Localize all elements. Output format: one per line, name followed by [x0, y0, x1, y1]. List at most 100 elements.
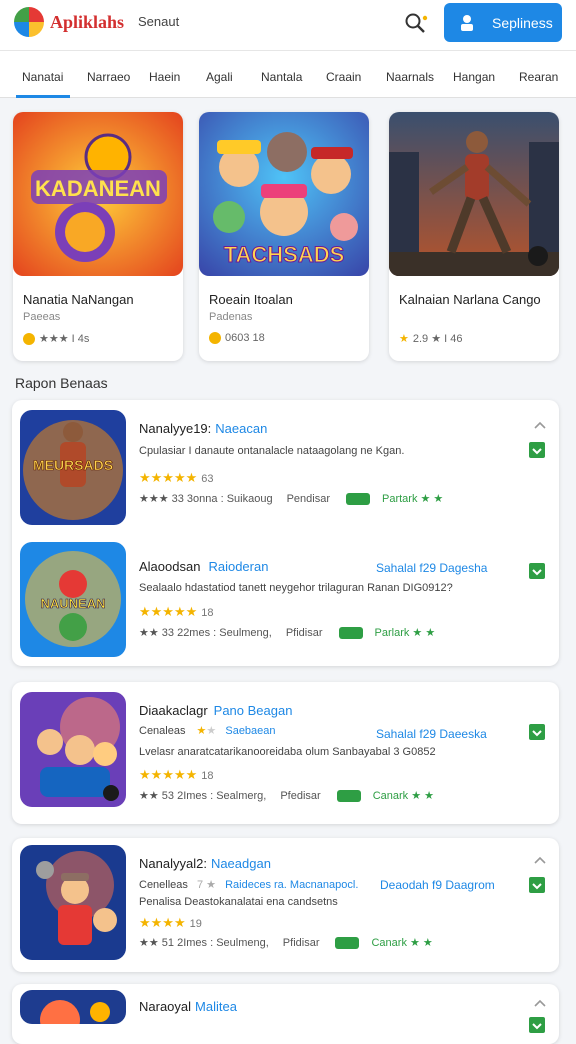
row-title[interactable]: Diaakaclagr Pano Beagan [139, 703, 292, 718]
row-title-text: Nanalyyal2: [139, 856, 207, 871]
search-icon[interactable] [404, 12, 428, 36]
stars-text: ★★★★★ [139, 767, 198, 782]
row-description: Lvelasr anaratcatarikanooreidaba olum Sa… [139, 746, 436, 758]
row-meta: ★★ 53 2Imes : Sealmerg, Pfedisar Canark … [139, 789, 434, 802]
meta-info: ★★ 33 22mes : Seulmeng, [139, 627, 272, 639]
row-title[interactable]: Naraoyal Malitea [139, 999, 237, 1014]
tab-3[interactable]: Agali [206, 70, 233, 84]
game-art-image: TACHSADS [199, 112, 369, 276]
subline-accent: Raideces ra. Macnanapocl. [225, 879, 359, 891]
stars-text: ★★★★ [139, 915, 186, 930]
row-subline: Cenaleas ★★ Saebaean [139, 724, 276, 737]
game-thumbnail[interactable] [20, 845, 126, 960]
chevron-up-icon[interactable] [534, 421, 546, 429]
featured-subtitle: Paeeas [23, 311, 61, 323]
toggle-icon[interactable] [345, 492, 370, 505]
row-stars: ★★★★★ 18 [139, 767, 214, 783]
game-thumbnail[interactable] [20, 692, 126, 807]
row-title-accent: Malitea [195, 999, 237, 1014]
logo-icon[interactable] [14, 7, 44, 37]
download-icon[interactable] [529, 563, 545, 579]
stars-count: 63 [201, 473, 214, 485]
subline-accent: Saebaean [225, 725, 276, 737]
row-title-accent: Naeacan [215, 421, 268, 436]
game-thumbnail[interactable] [20, 990, 126, 1024]
row-title-text: Diaakaclagr [139, 703, 208, 718]
featured-rating-text: 0603 18 [225, 332, 265, 344]
meta-platform: Pfidisar [285, 626, 323, 639]
row-description: Penalisa Deastokanalatai ena candsetns [139, 896, 338, 908]
primary-action-button[interactable]: Sepliness [444, 3, 562, 42]
section-title: Rapon Benaas [15, 375, 108, 391]
featured-rating: 0603 18 [209, 332, 265, 344]
featured-card-1[interactable]: TACHSADS Roeain Itoalan Padenas 0603 18 [199, 112, 369, 361]
tab-6[interactable]: Naarnals [386, 70, 434, 84]
download-icon[interactable] [529, 724, 545, 740]
meta-info: ★★★ 33 3onna : Suikaoug [139, 493, 273, 505]
art-label: NAUNEAN [41, 596, 106, 611]
featured-rating: ★ 2.9 ★ I 46 [399, 332, 463, 345]
meta-platform: Pfidisar [282, 936, 320, 949]
search-label[interactable]: Senaut [138, 14, 179, 29]
row-title-accent: Pano Beagan [213, 703, 293, 718]
chevron-up-icon[interactable] [534, 856, 546, 864]
featured-card-2[interactable]: Kalnaian Narlana Cango ★ 2.9 ★ I 46 [389, 112, 559, 361]
featured-rating: ★★★ I 4s [23, 332, 89, 345]
stars-count: 18 [201, 607, 214, 619]
row-title[interactable]: Nanalyye19: Naeacan [139, 421, 267, 436]
featured-rating-text: ★★★ I 4s [39, 333, 90, 345]
stars-text: ★★★★★ [139, 604, 198, 619]
subline-stars: ★ [196, 725, 207, 737]
meta-status: Canark ★ ★ [371, 937, 433, 949]
chevron-up-icon[interactable] [534, 999, 546, 1007]
subline-text: Cenaleas [139, 725, 186, 737]
tab-7[interactable]: Hangan [453, 70, 495, 84]
row-meta: ★★ 33 22mes : Seulmeng, Pfidisar Parlark… [139, 626, 435, 639]
download-icon[interactable] [529, 877, 545, 893]
row-meta: ★★★ 33 3onna : Suikaoug Pendisar Partark… [139, 492, 443, 505]
game-thumbnail[interactable]: MEURSADS [20, 410, 126, 525]
featured-title: Kalnaian Narlana Cango [399, 292, 541, 307]
row-title[interactable]: Nanalyyal2: Naeadgan [139, 856, 271, 871]
active-tab-indicator [16, 95, 70, 98]
toggle-icon[interactable] [336, 789, 361, 802]
tab-2[interactable]: Haein [149, 70, 180, 84]
primary-button-label: Sepliness [492, 14, 553, 31]
row-stars: ★★★★★ 63 [139, 470, 214, 486]
row-title-text: Naraoyal [139, 999, 192, 1014]
coin-icon [23, 332, 35, 345]
download-icon[interactable] [529, 1017, 545, 1033]
row-title-text: Alaoodsan [139, 559, 201, 574]
art-label: MEURSADS [33, 457, 113, 473]
featured-title: Roeain Itoalan [209, 292, 293, 307]
row-title-accent: Raioderan [208, 559, 269, 574]
tab-0[interactable]: Nanatai [22, 70, 63, 84]
art-label: TACHSADS [224, 242, 345, 267]
row-title-accent: Naeadgan [210, 856, 271, 871]
app-logo-text[interactable]: Apliklahs [50, 12, 124, 33]
toggle-icon[interactable] [338, 626, 363, 639]
row-stars: ★★★★★ 18 [139, 604, 214, 620]
coin-icon [209, 332, 221, 344]
star-icon: ★ [399, 333, 409, 345]
row-subline: Cenelleas 7 ★ Raideces ra. Macnanapocl. [139, 878, 358, 891]
row-description: Sealaalo hdastatiod tanett neygehor tril… [139, 582, 453, 594]
row-extra-info: Deaodah f9 Daagrom [380, 878, 495, 892]
row-title[interactable]: Alaoodsan Raioderan [139, 559, 268, 574]
stars-count: 18 [201, 770, 214, 782]
game-thumbnail[interactable]: NAUNEAN [20, 542, 126, 657]
subline-stars-dim: ★ [206, 725, 217, 737]
art-label: KADANEAN [35, 176, 161, 201]
tab-1[interactable]: Narraeo [87, 70, 130, 84]
toggle-icon[interactable] [335, 936, 360, 949]
subline-marker: 7 ★ [196, 879, 217, 891]
featured-card-0[interactable]: KADANEAN Nanatia NaNangan Paeeas ★★★ I 4… [13, 112, 183, 361]
tab-8[interactable]: Rearan [519, 70, 558, 84]
row-stars: ★★★★ 19 [139, 915, 202, 931]
app-header: Apliklahs Senaut Sepliness [0, 0, 576, 50]
tab-5[interactable]: Craain [326, 70, 361, 84]
stars-text: ★★★★★ [139, 470, 198, 485]
subline-text: Cenelleas [139, 879, 188, 891]
meta-status: Parlark ★ ★ [374, 627, 436, 639]
tab-4[interactable]: Nantala [261, 70, 302, 84]
